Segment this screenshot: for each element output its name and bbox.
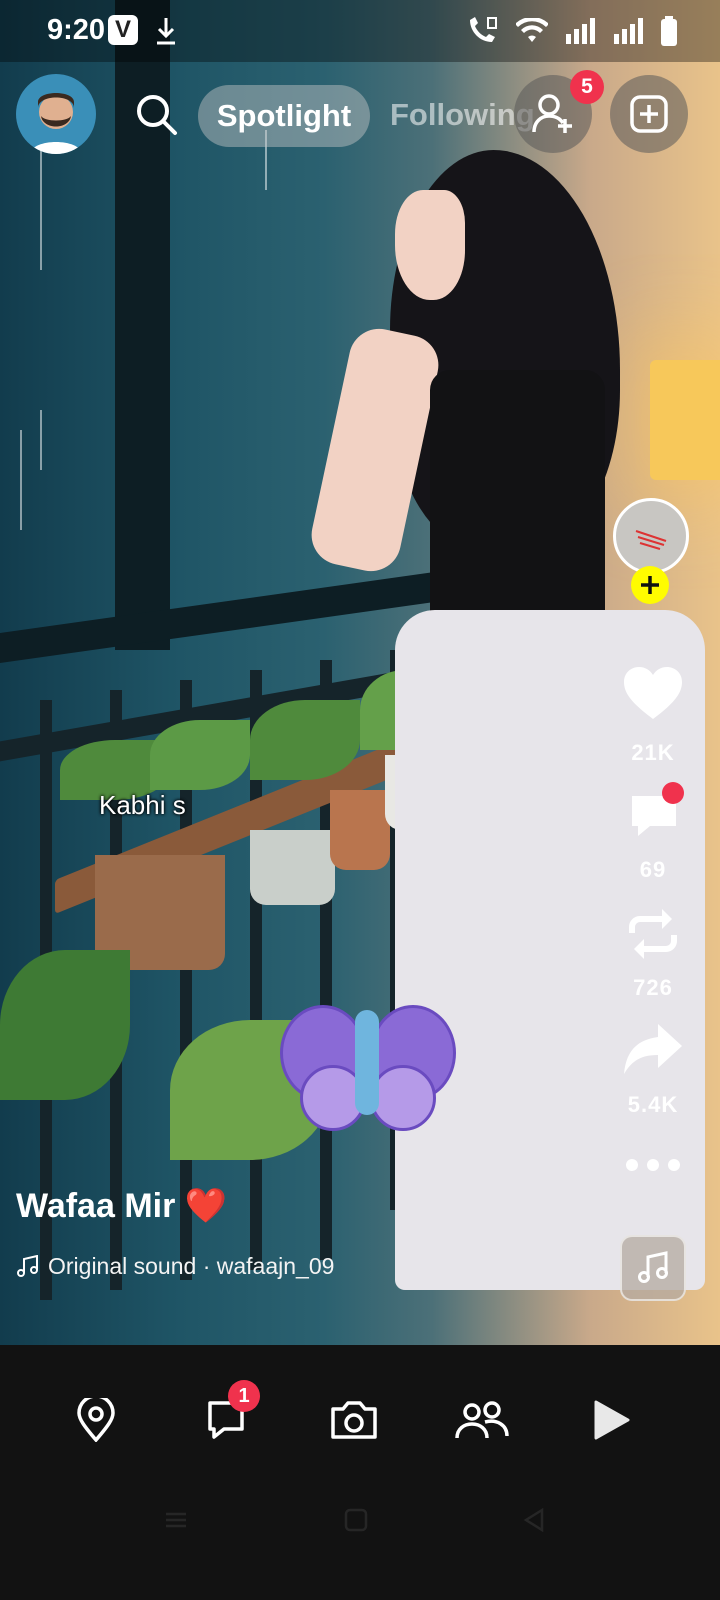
spotlight-screen: Kabhi s 9:20 V Spotlight Following 5 21K…	[0, 0, 720, 1600]
download-icon	[157, 18, 175, 45]
like-count: 21K	[631, 740, 675, 765]
camera-icon	[331, 1401, 377, 1439]
tab-spotlight-label: Spotlight	[216, 98, 352, 133]
create-button[interactable]	[610, 75, 688, 153]
back-icon[interactable]	[520, 1506, 548, 1534]
more-options-button[interactable]	[624, 1150, 682, 1180]
remix-count: 726	[633, 975, 673, 1000]
map-pin-icon	[77, 1398, 115, 1442]
sound-label: Original sound · wafaajn_09	[48, 1253, 335, 1279]
chat-badge: 1	[228, 1380, 260, 1412]
video-player[interactable]: Kabhi s	[0, 0, 720, 1345]
comment-count: 69	[639, 857, 667, 882]
tab-following[interactable]: Following	[390, 97, 535, 133]
subscribe-button[interactable]	[631, 566, 669, 604]
profile-avatar[interactable]	[16, 74, 96, 154]
comment-notification-dot	[662, 782, 684, 804]
signal-icon	[566, 18, 595, 44]
bitmoji-avatar-icon	[30, 93, 82, 154]
sound-button[interactable]	[620, 1235, 686, 1301]
remix-button[interactable]	[624, 905, 682, 963]
repeat-icon	[629, 909, 677, 959]
music-note-icon	[17, 1254, 38, 1277]
search-button[interactable]	[120, 78, 192, 150]
add-square-icon	[630, 95, 668, 133]
share-arrow-icon	[624, 1024, 682, 1074]
nav-map[interactable]	[66, 1390, 126, 1450]
friends-icon	[455, 1401, 509, 1439]
video-overlay-text: Kabhi s	[99, 790, 186, 820]
add-friend-badge: 5	[570, 70, 604, 104]
like-button[interactable]	[622, 664, 684, 726]
heart-emoji: ❤️	[184, 1187, 228, 1225]
nav-camera[interactable]	[324, 1390, 384, 1450]
battery-icon	[661, 16, 677, 46]
more-dots-icon	[626, 1159, 680, 1171]
play-icon	[594, 1400, 630, 1440]
home-icon[interactable]	[342, 1506, 370, 1534]
creator-thumbnail[interactable]	[613, 498, 689, 574]
music-note-icon	[638, 1251, 668, 1283]
status-bar: 9:20 V	[0, 0, 720, 62]
bottom-navigation	[0, 1345, 720, 1600]
wifi-icon	[516, 18, 548, 42]
recent-apps-icon[interactable]	[162, 1506, 190, 1534]
nav-stories[interactable]	[452, 1390, 512, 1450]
add-friend-icon	[532, 94, 572, 133]
share-count: 5.4K	[627, 1092, 679, 1117]
creator-name-label: Wafaa Mir	[16, 1187, 176, 1225]
share-button[interactable]	[622, 1020, 684, 1078]
nav-spotlight[interactable]	[580, 1390, 640, 1450]
plus-icon	[641, 576, 659, 594]
search-icon	[137, 95, 177, 135]
status-time: 9:20	[47, 14, 106, 46]
tab-spotlight[interactable]: Spotlight	[198, 85, 370, 147]
signal-icon	[614, 18, 643, 44]
heart-icon	[624, 667, 682, 719]
v-app-icon: V	[108, 15, 138, 45]
wifi-calling-icon	[470, 17, 497, 42]
sound-link[interactable]: Original sound · wafaajn_09	[16, 1253, 334, 1280]
system-nav-bar	[0, 1490, 720, 1550]
story-thumbnail-icon	[635, 530, 667, 550]
tab-following-label: Following	[390, 97, 535, 132]
creator-name[interactable]: Wafaa Mir ❤️	[16, 1186, 227, 1226]
